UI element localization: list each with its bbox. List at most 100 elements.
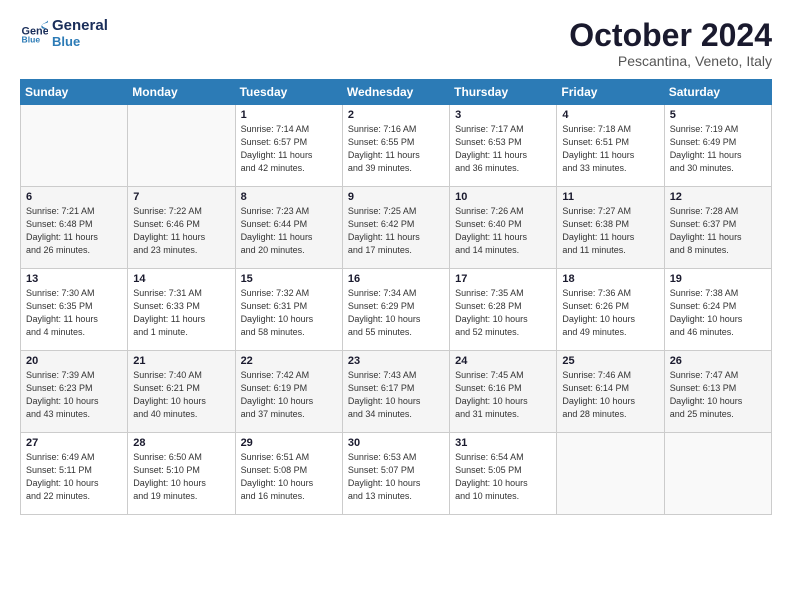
calendar-cell: 25Sunrise: 7:46 AM Sunset: 6:14 PM Dayli… bbox=[557, 351, 664, 433]
calendar-cell: 19 Sunrise: 7:38 AM Sunset: 6:24 PM Dayli… bbox=[664, 269, 771, 351]
calendar-cell: 14Sunrise: 7:31 AM Sunset: 6:33 PM Dayli… bbox=[128, 269, 235, 351]
day-info: Sunrise: 7:22 AM Sunset: 6:46 PM Dayligh… bbox=[133, 205, 230, 257]
day-info: Sunrise: 7:16 AM Sunset: 6:55 PM Dayligh… bbox=[348, 123, 445, 175]
day-info: Sunrise: 7:27 AM Sunset: 6:38 PM Dayligh… bbox=[562, 205, 659, 257]
weekday-header-thursday: Thursday bbox=[450, 80, 557, 105]
calendar-cell: 4Sunrise: 7:18 AM Sunset: 6:51 PM Daylig… bbox=[557, 105, 664, 187]
day-number: 28 bbox=[133, 437, 230, 449]
calendar-cell: 11 Sunrise: 7:27 AM Sunset: 6:38 PM Dayli… bbox=[557, 187, 664, 269]
location: Pescantina, Veneto, Italy bbox=[569, 53, 772, 69]
day-number: 30 bbox=[348, 437, 445, 449]
calendar-cell: 23Sunrise: 7:43 AM Sunset: 6:17 PM Dayli… bbox=[342, 351, 449, 433]
day-info: Sunrise: 7:18 AM Sunset: 6:51 PM Dayligh… bbox=[562, 123, 659, 175]
day-number: 3 bbox=[455, 109, 552, 121]
day-info: Sunrise: 7:35 AM Sunset: 6:28 PM Dayligh… bbox=[455, 287, 552, 339]
calendar-cell: 15 Sunrise: 7:32 AM Sunset: 6:31 PM Dayli… bbox=[235, 269, 342, 351]
day-info: Sunrise: 7:43 AM Sunset: 6:17 PM Dayligh… bbox=[348, 369, 445, 421]
logo-blue: Blue bbox=[52, 35, 108, 49]
calendar-cell: 12Sunrise: 7:28 AM Sunset: 6:37 PM Dayli… bbox=[664, 187, 771, 269]
month-title: October 2024 bbox=[569, 18, 772, 53]
day-number: 5 bbox=[670, 109, 767, 121]
calendar-cell: 18Sunrise: 7:36 AM Sunset: 6:26 PM Dayli… bbox=[557, 269, 664, 351]
week-row-4: 27 Sunrise: 6:49 AM Sunset: 5:11 PM Dayli… bbox=[21, 433, 772, 515]
day-number: 27 bbox=[26, 437, 123, 449]
calendar-cell: 31 Sunrise: 6:54 AM Sunset: 5:05 PM Dayli… bbox=[450, 433, 557, 515]
svg-text:Blue: Blue bbox=[22, 35, 41, 45]
calendar-cell: 29 Sunrise: 6:51 AM Sunset: 5:08 PM Dayli… bbox=[235, 433, 342, 515]
day-info: Sunrise: 6:51 AM Sunset: 5:08 PM Dayligh… bbox=[241, 451, 338, 503]
day-number: 6 bbox=[26, 191, 123, 203]
calendar-cell: 17 Sunrise: 7:35 AM Sunset: 6:28 PM Dayli… bbox=[450, 269, 557, 351]
calendar-cell: 6 Sunrise: 7:21 AM Sunset: 6:48 PM Daylig… bbox=[21, 187, 128, 269]
calendar-cell: 13 Sunrise: 7:30 AM Sunset: 6:35 PM Dayli… bbox=[21, 269, 128, 351]
calendar-cell: 28 Sunrise: 6:50 AM Sunset: 5:10 PM Dayli… bbox=[128, 433, 235, 515]
day-info: Sunrise: 7:30 AM Sunset: 6:35 PM Dayligh… bbox=[26, 287, 123, 339]
day-info: Sunrise: 7:25 AM Sunset: 6:42 PM Dayligh… bbox=[348, 205, 445, 257]
day-number: 7 bbox=[133, 191, 230, 203]
day-number: 9 bbox=[348, 191, 445, 203]
day-info: Sunrise: 7:40 AM Sunset: 6:21 PM Dayligh… bbox=[133, 369, 230, 421]
logo: General Blue General Blue bbox=[20, 18, 108, 49]
day-number: 14 bbox=[133, 273, 230, 285]
weekday-header-tuesday: Tuesday bbox=[235, 80, 342, 105]
day-number: 25 bbox=[562, 355, 659, 367]
day-number: 19 bbox=[670, 273, 767, 285]
day-number: 29 bbox=[241, 437, 338, 449]
header: General Blue General Blue October 2024 P… bbox=[20, 18, 772, 69]
calendar-cell bbox=[21, 105, 128, 187]
calendar-cell bbox=[664, 433, 771, 515]
day-number: 1 bbox=[241, 109, 338, 121]
calendar-cell: 20Sunrise: 7:39 AM Sunset: 6:23 PM Dayli… bbox=[21, 351, 128, 433]
calendar-cell bbox=[128, 105, 235, 187]
weekday-header-sunday: Sunday bbox=[21, 80, 128, 105]
calendar-cell: 27 Sunrise: 6:49 AM Sunset: 5:11 PM Dayli… bbox=[21, 433, 128, 515]
calendar-cell: 8Sunrise: 7:23 AM Sunset: 6:44 PM Daylig… bbox=[235, 187, 342, 269]
page: General Blue General Blue October 2024 P… bbox=[0, 0, 792, 612]
day-number: 15 bbox=[241, 273, 338, 285]
logo-general: General bbox=[52, 18, 108, 35]
day-number: 22 bbox=[241, 355, 338, 367]
day-number: 24 bbox=[455, 355, 552, 367]
day-number: 31 bbox=[455, 437, 552, 449]
day-info: Sunrise: 7:39 AM Sunset: 6:23 PM Dayligh… bbox=[26, 369, 123, 421]
day-info: Sunrise: 7:17 AM Sunset: 6:53 PM Dayligh… bbox=[455, 123, 552, 175]
day-number: 16 bbox=[348, 273, 445, 285]
weekday-header-saturday: Saturday bbox=[664, 80, 771, 105]
day-number: 10 bbox=[455, 191, 552, 203]
week-row-1: 6 Sunrise: 7:21 AM Sunset: 6:48 PM Daylig… bbox=[21, 187, 772, 269]
calendar-cell: 9 Sunrise: 7:25 AM Sunset: 6:42 PM Daylig… bbox=[342, 187, 449, 269]
day-info: Sunrise: 6:50 AM Sunset: 5:10 PM Dayligh… bbox=[133, 451, 230, 503]
calendar-cell: 5Sunrise: 7:19 AM Sunset: 6:49 PM Daylig… bbox=[664, 105, 771, 187]
day-info: Sunrise: 7:38 AM Sunset: 6:24 PM Dayligh… bbox=[670, 287, 767, 339]
day-info: Sunrise: 6:53 AM Sunset: 5:07 PM Dayligh… bbox=[348, 451, 445, 503]
calendar-cell bbox=[557, 433, 664, 515]
week-row-3: 20Sunrise: 7:39 AM Sunset: 6:23 PM Dayli… bbox=[21, 351, 772, 433]
day-number: 8 bbox=[241, 191, 338, 203]
day-number: 13 bbox=[26, 273, 123, 285]
calendar-cell: 22Sunrise: 7:42 AM Sunset: 6:19 PM Dayli… bbox=[235, 351, 342, 433]
calendar-cell: 24Sunrise: 7:45 AM Sunset: 6:16 PM Dayli… bbox=[450, 351, 557, 433]
day-info: Sunrise: 7:28 AM Sunset: 6:37 PM Dayligh… bbox=[670, 205, 767, 257]
day-info: Sunrise: 7:21 AM Sunset: 6:48 PM Dayligh… bbox=[26, 205, 123, 257]
weekday-header-monday: Monday bbox=[128, 80, 235, 105]
calendar-cell: 21 Sunrise: 7:40 AM Sunset: 6:21 PM Dayli… bbox=[128, 351, 235, 433]
day-info: Sunrise: 6:54 AM Sunset: 5:05 PM Dayligh… bbox=[455, 451, 552, 503]
day-number: 26 bbox=[670, 355, 767, 367]
weekday-header-wednesday: Wednesday bbox=[342, 80, 449, 105]
calendar-cell: 10 Sunrise: 7:26 AM Sunset: 6:40 PM Dayli… bbox=[450, 187, 557, 269]
day-number: 21 bbox=[133, 355, 230, 367]
day-info: Sunrise: 7:34 AM Sunset: 6:29 PM Dayligh… bbox=[348, 287, 445, 339]
day-info: Sunrise: 6:49 AM Sunset: 5:11 PM Dayligh… bbox=[26, 451, 123, 503]
calendar: SundayMondayTuesdayWednesdayThursdayFrid… bbox=[20, 79, 772, 515]
day-info: Sunrise: 7:32 AM Sunset: 6:31 PM Dayligh… bbox=[241, 287, 338, 339]
day-number: 17 bbox=[455, 273, 552, 285]
day-number: 11 bbox=[562, 191, 659, 203]
day-info: Sunrise: 7:14 AM Sunset: 6:57 PM Dayligh… bbox=[241, 123, 338, 175]
day-info: Sunrise: 7:26 AM Sunset: 6:40 PM Dayligh… bbox=[455, 205, 552, 257]
calendar-cell: 1 Sunrise: 7:14 AM Sunset: 6:57 PM Daylig… bbox=[235, 105, 342, 187]
weekday-header-row: SundayMondayTuesdayWednesdayThursdayFrid… bbox=[21, 80, 772, 105]
day-number: 2 bbox=[348, 109, 445, 121]
calendar-cell: 3 Sunrise: 7:17 AM Sunset: 6:53 PM Daylig… bbox=[450, 105, 557, 187]
calendar-cell: 16 Sunrise: 7:34 AM Sunset: 6:29 PM Dayli… bbox=[342, 269, 449, 351]
calendar-cell: 7 Sunrise: 7:22 AM Sunset: 6:46 PM Daylig… bbox=[128, 187, 235, 269]
